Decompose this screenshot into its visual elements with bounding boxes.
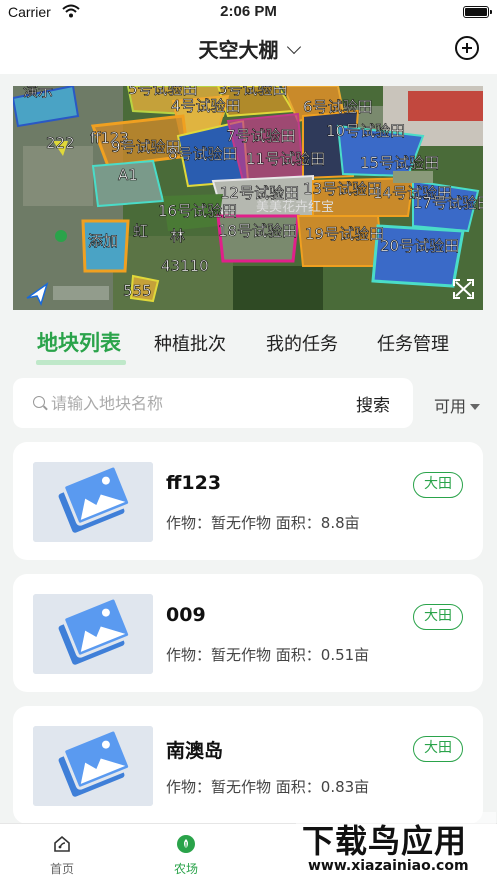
- satellite-map: 演示 5号试验田 3号试验田 4号试验田 6号试验田 222 ff123 9号试…: [13, 86, 483, 310]
- map-plot-label: 15号试验田: [360, 154, 439, 172]
- image-placeholder-icon: [33, 462, 153, 542]
- map-plot-label: 17号试验田: [413, 194, 483, 212]
- caret-down-icon: [470, 404, 481, 410]
- map-plot-label: 20号试验田: [380, 237, 459, 255]
- map-plot-label: A1: [118, 166, 138, 184]
- search-input[interactable]: [51, 390, 341, 416]
- plot-name: 南澳岛: [166, 740, 224, 762]
- tab-bar-top: 地块列表 种植批次 我的任务 任务管理: [0, 326, 497, 366]
- active-tab-indicator: [36, 360, 126, 365]
- home-icon: [54, 835, 70, 852]
- map-plot-label: 6号试验田: [303, 98, 373, 116]
- status-filter-dropdown[interactable]: 可用: [434, 393, 481, 417]
- watermark-url: www.xiazainiao.com: [308, 858, 469, 874]
- plot-info: 作物：暂无作物 面积：0.83亩: [166, 778, 370, 796]
- map-plot-label: 虹: [133, 222, 148, 240]
- tab-planting-batch[interactable]: 种植批次: [154, 330, 226, 356]
- tabbar-label: 首页: [49, 862, 74, 876]
- chevron-down-icon: [286, 39, 301, 55]
- watermark: 下载鸟应用 www.xiazainiao.com: [296, 812, 496, 880]
- plot-name: 009: [166, 604, 206, 626]
- map-plot-label: 11号试验田: [246, 150, 325, 168]
- farm-map[interactable]: 演示 5号试验田 3号试验田 4号试验田 6号试验田 222 ff123 9号试…: [13, 86, 483, 310]
- map-plot-label: 16号试验田: [158, 202, 237, 220]
- map-plot-label: 18号试验田: [218, 222, 297, 240]
- plot-card[interactable]: 南澳岛 作物：暂无作物 面积：0.83亩 大田: [13, 706, 483, 824]
- map-plot-label: 美美花卉红宝: [256, 199, 334, 215]
- image-placeholder-icon: [33, 594, 153, 674]
- plot-type-badge: 大田: [413, 736, 463, 762]
- add-icon[interactable]: [455, 36, 479, 60]
- tabbar-item-home[interactable]: 首页: [12, 824, 112, 883]
- plot-info: 作物：暂无作物 面积：8.8亩: [166, 514, 360, 532]
- tabbar-item-farm[interactable]: 农场: [136, 824, 236, 883]
- map-plot-label: 10号试验田: [326, 122, 405, 140]
- watermark-title: 下载鸟应用: [302, 822, 468, 860]
- plot-name: ff123: [166, 472, 222, 494]
- map-plot-label: 43110: [161, 257, 209, 275]
- map-plot-label: 林: [170, 227, 185, 245]
- tab-plot-list[interactable]: 地块列表: [37, 327, 121, 357]
- plot-type-badge: 大田: [413, 472, 463, 498]
- plot-type-badge: 大田: [413, 604, 463, 630]
- search-box: 搜索: [13, 378, 413, 428]
- tab-task-management[interactable]: 任务管理: [377, 330, 449, 356]
- search-icon: [33, 396, 45, 408]
- map-plot-label: 13号试验田: [303, 180, 382, 198]
- status-time: 2:06 PM: [220, 3, 277, 20]
- plot-card[interactable]: 009 作物：暂无作物 面积：0.51亩 大田: [13, 574, 483, 692]
- map-plot-label: 添加: [88, 232, 118, 250]
- map-plot-label: 19号试验田: [305, 225, 384, 243]
- greenhouse-selector[interactable]: 天空大棚: [0, 34, 497, 63]
- map-plot-label: 7号试验田: [226, 127, 296, 145]
- page-title: 天空大棚: [198, 38, 279, 62]
- filter-label: 可用: [434, 397, 467, 416]
- search-button[interactable]: 搜索: [356, 391, 390, 416]
- status-bar: Carrier 2:06 PM: [0, 0, 497, 26]
- leaf-icon: [177, 835, 195, 853]
- map-plot-label: 555: [123, 282, 152, 300]
- plot-info: 作物：暂无作物 面积：0.51亩: [166, 646, 370, 664]
- map-plot-label: 8号试验田: [168, 145, 238, 163]
- battery-icon: [463, 6, 492, 18]
- image-placeholder-icon: [33, 726, 153, 806]
- tabbar-label: 农场: [173, 862, 198, 876]
- tab-my-tasks[interactable]: 我的任务: [266, 330, 338, 356]
- nav-bar: 天空大棚: [0, 26, 497, 74]
- map-plot-label: 222: [46, 134, 75, 152]
- plot-card[interactable]: ff123 作物：暂无作物 面积：8.8亩 大田: [13, 442, 483, 560]
- map-plot-label: 演示: [23, 86, 53, 100]
- map-plot-label: 4号试验田: [171, 97, 241, 115]
